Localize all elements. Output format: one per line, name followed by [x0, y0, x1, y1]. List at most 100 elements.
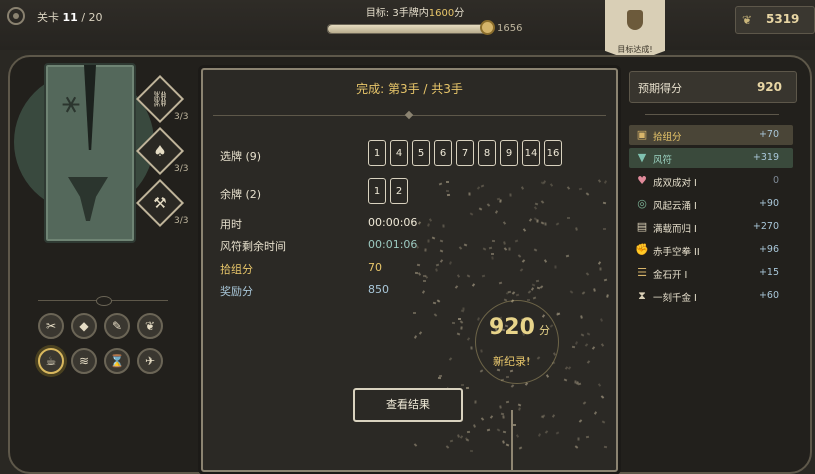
- particle: [427, 239, 430, 243]
- bonus-value: +70: [758, 129, 779, 140]
- selected-label: 选牌 (9): [220, 150, 262, 163]
- particle: [488, 247, 492, 250]
- bonus-item[interactable]: ▣ 拾组分 +70: [629, 125, 793, 145]
- particle: [592, 346, 596, 350]
- head-sep: /: [419, 82, 432, 96]
- particle: [509, 193, 512, 197]
- level-label: 关卡: [37, 11, 59, 24]
- bonus-name: 风符: [653, 155, 673, 166]
- bonus-name: 金石开 I: [653, 270, 688, 281]
- goal-prefix: 目标: 3手牌内: [365, 8, 429, 19]
- goal-achieved-banner: 目标达成!: [605, 0, 665, 62]
- goal-progress-bar: [327, 24, 489, 34]
- particle: [477, 317, 480, 321]
- bonus-item[interactable]: ✊ 赤手空拳 II +96: [629, 240, 793, 260]
- particle: [480, 369, 484, 373]
- tool-teapot-icon[interactable]: ☕: [38, 348, 64, 374]
- spiral-icon: ◎: [637, 197, 647, 210]
- particle: [423, 279, 427, 282]
- bonus-item[interactable]: ☰ 金石开 I +15: [629, 263, 793, 283]
- particle: [585, 435, 590, 439]
- bonus-item[interactable]: ♥ 成双成对 I 0: [629, 171, 793, 191]
- wind-label: 风符剩余时间: [220, 240, 286, 253]
- particle: [449, 261, 453, 265]
- bonus-item[interactable]: ▤ 满载而归 I +270: [629, 217, 793, 237]
- particle: [582, 401, 587, 406]
- particle: [523, 228, 527, 233]
- particle: [458, 245, 462, 250]
- particle: [522, 258, 526, 263]
- expected-label: 预期得分: [638, 82, 682, 95]
- particle: [554, 265, 557, 269]
- bonus-item[interactable]: ◎ 风起云涌 I +90: [629, 194, 793, 214]
- goal-suffix: 分: [454, 8, 465, 19]
- particle: [417, 220, 421, 225]
- selected-card: 9: [500, 140, 518, 166]
- particle: [550, 183, 554, 187]
- particle: [491, 240, 496, 243]
- particle: [508, 247, 511, 251]
- skill-uses-count: 3/3: [174, 216, 189, 226]
- particle: [436, 263, 440, 267]
- particle: [578, 188, 582, 191]
- tool-wave-icon[interactable]: ≋: [71, 348, 97, 374]
- particle: [465, 386, 469, 390]
- particle: [480, 184, 485, 188]
- selected-card: 8: [478, 140, 496, 166]
- particle: [597, 261, 602, 265]
- particle: [436, 299, 440, 303]
- panel-divider: [213, 115, 606, 116]
- particle: [533, 206, 538, 210]
- particle: [601, 420, 606, 424]
- particle: [469, 212, 474, 217]
- time-value: 00:00:06: [368, 216, 418, 229]
- tool-stone-icon[interactable]: ◆: [71, 313, 97, 339]
- panel-heading: 完成: 第3手 / 共3手: [203, 80, 616, 97]
- tool-tongs-icon[interactable]: ✂: [38, 313, 64, 339]
- goal-progress-fill: [328, 25, 488, 33]
- sidebar-divider: [645, 114, 779, 115]
- banner-text: 目标达成!: [617, 45, 653, 54]
- tool-bird-icon[interactable]: ✈: [137, 348, 163, 374]
- settings-gear-icon[interactable]: [7, 7, 25, 25]
- expected-score-box: 预期得分 920: [629, 71, 797, 103]
- particle: [603, 180, 607, 185]
- currency-display: ❦ 5319: [735, 6, 815, 34]
- particle: [587, 332, 591, 337]
- wind-glyph-icon: ⚹: [62, 85, 80, 120]
- expected-value: 920: [756, 80, 782, 94]
- particle: [566, 254, 570, 258]
- particle: [456, 273, 460, 278]
- selected-cards: 1 4 5 6 7 8 9 14 16: [368, 140, 562, 166]
- particle: [555, 430, 560, 435]
- particle: [445, 445, 450, 449]
- fist-icon: ✊: [635, 243, 649, 256]
- particle: [470, 449, 474, 452]
- chest-icon: ▣: [636, 128, 648, 141]
- particle: [499, 199, 502, 203]
- tool-feather-icon[interactable]: ❦: [137, 313, 163, 339]
- particle: [540, 199, 545, 204]
- bonus-item[interactable]: ▼ 风符 +319: [629, 148, 793, 168]
- view-results-button[interactable]: 查看结果: [353, 388, 463, 422]
- particle: [490, 255, 494, 260]
- tool-brush-icon[interactable]: ✎: [104, 313, 130, 339]
- particle: [417, 272, 421, 276]
- particle: [574, 445, 578, 449]
- particle: [544, 222, 547, 226]
- particle: [418, 331, 422, 336]
- bonus-value: 0: [772, 175, 779, 186]
- final-score: 920 分: [489, 315, 550, 340]
- tool-hourglass-icon[interactable]: ⌛: [104, 348, 130, 374]
- expected-score-sidebar: 预期得分 920 ▣ 拾组分 +70 ▼ 风符 +319 ♥ 成双成对 I 0 ◎ 风起云涌 I +9…: [625, 68, 797, 465]
- particle: [461, 309, 465, 313]
- remaining-card: 2: [390, 178, 408, 204]
- particle: [433, 313, 438, 317]
- particle: [508, 290, 512, 293]
- bonus-item[interactable]: ⧗ 一刻千金 I +60: [629, 286, 793, 306]
- particle: [527, 290, 532, 294]
- grain-sack-icon: [627, 10, 643, 30]
- particle: [531, 283, 536, 287]
- particle: [606, 294, 610, 299]
- group-label: 拾组分: [220, 263, 253, 276]
